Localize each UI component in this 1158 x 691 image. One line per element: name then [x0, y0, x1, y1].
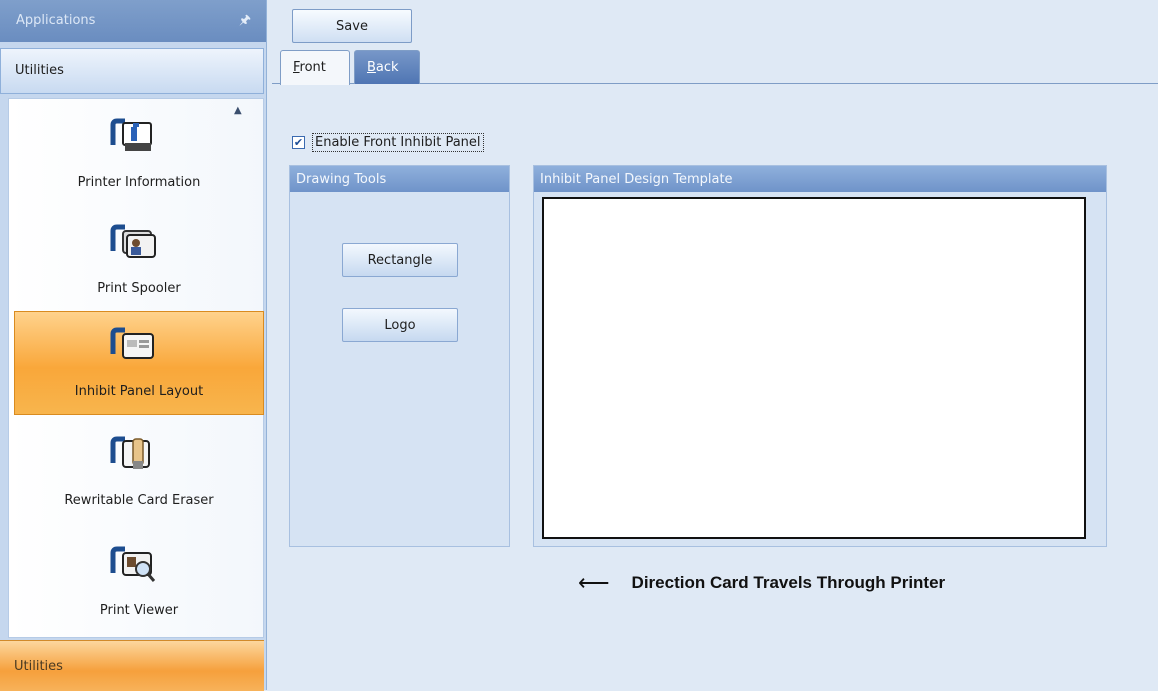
sidebar-item-label: Print Viewer: [99, 603, 179, 618]
sidebar-title: Applications: [16, 13, 96, 28]
sidebar-item-print-viewer[interactable]: Print Viewer: [15, 531, 263, 635]
applications-sidebar: Applications 🖈 Utilities ▲ Printer Infor…: [0, 0, 267, 691]
print-spooler-icon: [110, 224, 156, 258]
design-template-panel: Inhibit Panel Design Template: [533, 165, 1107, 547]
drawing-tools-panel: Drawing Tools Rectangle Logo: [289, 165, 510, 547]
direction-text: Direction Card Travels Through Printer: [631, 573, 946, 592]
sidebar-item-printer-information[interactable]: Printer Information: [15, 103, 263, 207]
sidebar-item-label: Inhibit Panel Layout: [74, 384, 204, 399]
sidebar-item-print-spooler[interactable]: Print Spooler: [15, 209, 263, 313]
tab-front[interactable]: Front: [280, 50, 350, 85]
card-eraser-icon: [110, 436, 150, 469]
sidebar-item-label: Rewritable Card Eraser: [64, 493, 214, 508]
tab-front-label: Front: [293, 60, 326, 75]
tab-back[interactable]: Back: [354, 50, 420, 84]
tab-back-label: Back: [367, 60, 399, 75]
sidebar-group-label: Utilities: [15, 63, 64, 78]
logo-button[interactable]: Logo: [342, 308, 458, 342]
direction-note: ⟵ Direction Card Travels Through Printer: [578, 568, 946, 595]
save-button[interactable]: Save: [292, 9, 412, 43]
pin-icon[interactable]: 🖈: [239, 11, 251, 33]
rectangle-button[interactable]: Rectangle: [342, 243, 458, 277]
inhibit-panel-canvas[interactable]: [542, 197, 1086, 539]
sidebar-bottom-group-utilities[interactable]: Utilities: [0, 640, 264, 691]
enable-front-inhibit-panel-label[interactable]: Enable Front Inhibit Panel: [312, 133, 484, 152]
drawing-tools-header: Drawing Tools: [290, 166, 509, 192]
inhibit-panel-layout-icon: [110, 327, 154, 359]
sidebar-item-rewritable-card-eraser[interactable]: Rewritable Card Eraser: [15, 421, 263, 525]
sidebar-item-label: Printer Information: [77, 175, 201, 190]
sidebar-item-label: Print Spooler: [97, 281, 181, 296]
sidebar-item-inhibit-panel-layout[interactable]: Inhibit Panel Layout: [14, 311, 264, 415]
sidebar-item-list: ▲ Printer Information Print Spooler Inhi…: [8, 98, 264, 638]
sidebar-group-utilities[interactable]: Utilities: [0, 48, 264, 94]
printer-information-icon: [110, 118, 152, 151]
print-viewer-icon: [110, 546, 156, 582]
sidebar-bottom-group-label: Utilities: [14, 659, 63, 674]
design-template-header: Inhibit Panel Design Template: [534, 166, 1106, 192]
left-arrow-icon: ⟵: [578, 570, 610, 595]
sidebar-header: Applications 🖈: [0, 0, 266, 42]
enable-front-inhibit-panel-checkbox[interactable]: ✔: [292, 136, 305, 149]
